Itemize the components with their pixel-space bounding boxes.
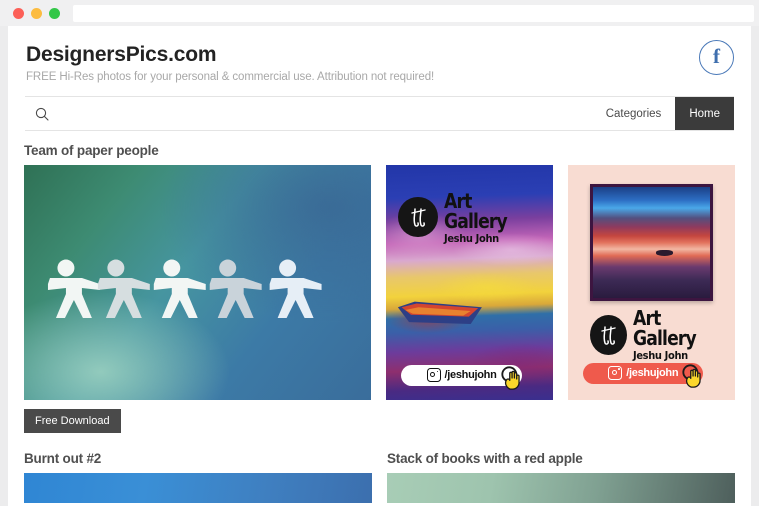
- photo-caption-burnt-out: Burnt out #2: [24, 451, 102, 466]
- site-tagline: FREE Hi-Res photos for your personal & c…: [26, 71, 435, 83]
- photo-paper-people-image: [24, 165, 372, 400]
- instagram-icon: [426, 368, 441, 383]
- art-gallery-lockup: Art Gallery Jeshu John: [398, 191, 553, 244]
- boat-silhouette: [656, 250, 673, 256]
- search-area: [35, 97, 281, 130]
- facebook-letter: f: [713, 44, 720, 68]
- minimize-window-button[interactable]: [31, 7, 42, 19]
- site-brand[interactable]: DesignersPics.com: [26, 43, 217, 67]
- maximize-window-button[interactable]: [49, 7, 60, 19]
- photo-card-stack-of-books[interactable]: [387, 473, 735, 503]
- ad-card-art-gallery-framed[interactable]: Art Gallery Jeshu John /jeshujohn: [568, 165, 735, 400]
- page-content: DesignersPics.com FREE Hi-Res photos for…: [8, 26, 751, 503]
- framed-sunset-painting: [589, 183, 714, 302]
- photo-caption-stack-of-books: Stack of books with a red apple: [387, 451, 583, 466]
- gallery-row-1: Art Gallery Jeshu John /jeshujohn Art Ga…: [24, 165, 735, 400]
- jj-monogram-icon: [411, 208, 426, 228]
- photo-card-paper-people[interactable]: [24, 165, 372, 400]
- window-controls: [13, 7, 60, 19]
- paper-people-figures: [47, 259, 322, 318]
- search-icon[interactable]: [35, 107, 49, 121]
- photo-card-burnt-out[interactable]: [24, 473, 372, 503]
- nav-link-categories[interactable]: Categories: [592, 97, 676, 130]
- hand-cursor-icon: [682, 363, 701, 388]
- free-download-button[interactable]: Free Download: [24, 409, 121, 433]
- close-window-button[interactable]: [13, 7, 24, 19]
- browser-titlebar: [0, 0, 759, 26]
- photo-caption-paper-people: Team of paper people: [24, 143, 159, 158]
- search-input[interactable]: [57, 105, 281, 122]
- site-navbar: Categories Home: [25, 96, 734, 131]
- browser-window: DesignersPics.com FREE Hi-Res photos for…: [0, 0, 759, 506]
- art-gallery-lockup: Art Gallery Jeshu John: [589, 308, 735, 361]
- art-gallery-title: Art Gallery: [632, 306, 697, 351]
- instagram-icon: [608, 366, 623, 381]
- ad-painting-background: Art Gallery Jeshu John /jeshujohn: [386, 165, 554, 400]
- jj-monogram-icon: [601, 326, 617, 345]
- instagram-handle-button-1[interactable]: /jeshujohn: [401, 364, 522, 390]
- art-gallery-text: Art Gallery Jeshu John: [444, 191, 554, 244]
- gallery: Team of paper people Art Gallery Jeshu J…: [8, 143, 751, 503]
- nav-link-home[interactable]: Home: [675, 97, 734, 130]
- instagram-handle-button-2[interactable]: /jeshujohn: [583, 362, 704, 388]
- ad-card-art-gallery-painting[interactable]: Art Gallery Jeshu John /jeshujohn: [386, 165, 554, 400]
- instagram-handle-label: /jeshujohn: [626, 367, 679, 380]
- facebook-icon[interactable]: f: [699, 40, 734, 75]
- site-header: DesignersPics.com FREE Hi-Res photos for…: [8, 26, 751, 96]
- art-gallery-subtitle: Jeshu John: [632, 349, 688, 363]
- art-gallery-subtitle: Jeshu John: [443, 231, 499, 245]
- ad-framed-background: Art Gallery Jeshu John /jeshujohn: [568, 165, 735, 400]
- hand-cursor-icon: [500, 366, 520, 390]
- nav-links: Categories Home: [592, 97, 734, 130]
- boat-illustration: [398, 301, 483, 325]
- art-gallery-title: Art Gallery: [443, 188, 508, 233]
- art-gallery-text: Art Gallery Jeshu John: [633, 308, 735, 361]
- instagram-handle-label: /jeshujohn: [444, 369, 497, 382]
- art-gallery-logo-badge: [589, 314, 627, 355]
- address-bar[interactable]: [73, 4, 754, 22]
- art-gallery-logo-badge: [398, 197, 438, 238]
- page-viewport: DesignersPics.com FREE Hi-Res photos for…: [8, 26, 751, 506]
- gallery-row-2: Burnt out #2 Stack of books with a red a…: [24, 451, 735, 503]
